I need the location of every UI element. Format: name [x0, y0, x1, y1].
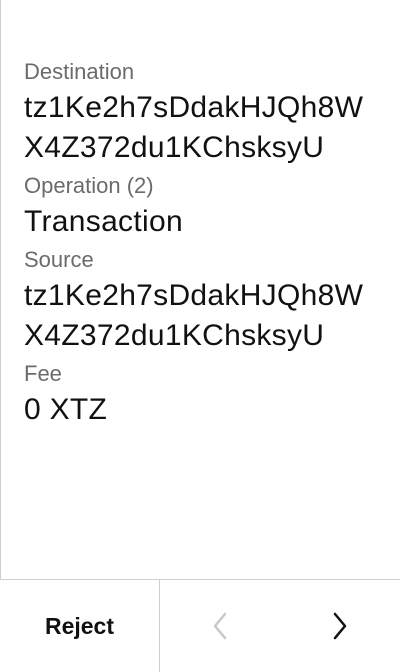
previous-button[interactable]: [160, 580, 280, 672]
next-button[interactable]: [280, 580, 400, 672]
reject-button[interactable]: Reject: [0, 580, 160, 672]
destination-value: tz1Ke2h7sDdakHJQh8WX4Z372du1KChsksyU: [24, 91, 364, 164]
operation-label: Operation (2): [24, 173, 154, 198]
chevron-right-icon: [333, 612, 347, 640]
transaction-details: Destination tz1Ke2h7sDdakHJQh8WX4Z372du1…: [24, 56, 380, 432]
transaction-review-screen: Destination tz1Ke2h7sDdakHJQh8WX4Z372du1…: [0, 0, 400, 672]
operation-value: Transaction: [24, 205, 183, 238]
action-footer: Reject: [0, 579, 400, 672]
fee-label: Fee: [24, 361, 62, 386]
destination-label: Destination: [24, 59, 135, 84]
fee-value: 0 XTZ: [24, 393, 108, 426]
source-value: tz1Ke2h7sDdakHJQh8WX4Z372du1KChsksyU: [24, 279, 364, 352]
left-border: [0, 0, 1, 580]
chevron-left-icon: [213, 612, 227, 640]
source-label: Source: [24, 247, 94, 272]
